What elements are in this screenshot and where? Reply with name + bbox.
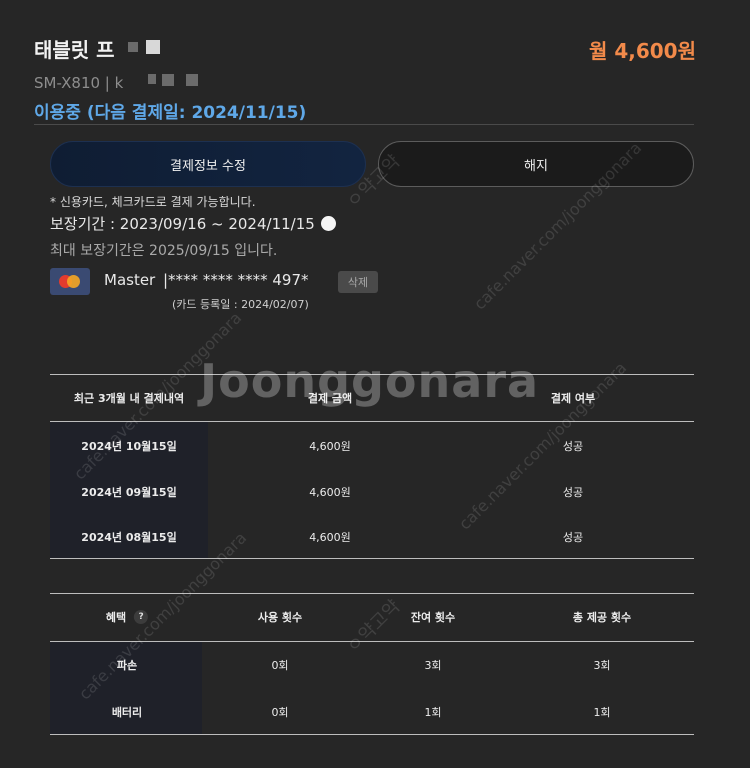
mastercard-icon	[50, 268, 90, 295]
history-amount: 4,600원	[309, 486, 351, 499]
history-date: 2024년 09월15일	[81, 486, 177, 499]
benefit-total: 3회	[593, 659, 611, 672]
benefit-header-remaining: 잔여 횟수	[410, 611, 456, 624]
benefit-remaining: 1회	[424, 706, 442, 719]
coverage-period-text: 보장기간 : 2023/09/16 ~ 2024/11/15	[50, 215, 315, 233]
device-model: SM-X810 | k	[34, 74, 124, 92]
benefit-remaining: 3회	[424, 659, 442, 672]
redaction-block	[146, 40, 160, 54]
benefit-total: 1회	[593, 706, 611, 719]
watermark-logo: Joonggonara	[200, 354, 540, 408]
benefit-name: 배터리	[111, 706, 143, 719]
header-divider	[34, 124, 694, 125]
product-title: 태블릿 프	[34, 38, 115, 62]
table-border	[50, 734, 694, 735]
card-registered-date: (카드 등록일 : 2024/02/07)	[172, 298, 309, 311]
subscription-status: 이용중 (다음 결제일: 2024/11/15)	[34, 103, 307, 123]
history-status: 성공	[562, 531, 584, 544]
redaction-block	[162, 74, 174, 86]
redaction-block	[148, 74, 156, 84]
delete-card-button[interactable]: 삭제	[338, 271, 378, 293]
info-dot-icon	[320, 216, 336, 231]
redaction-block	[128, 42, 138, 52]
history-status: 성공	[562, 440, 584, 453]
benefit-header-total: 총 제공 횟수	[572, 611, 632, 624]
table-border	[50, 593, 694, 594]
card-brand: Master	[104, 271, 156, 289]
monthly-price: 월 4,600원	[588, 39, 696, 63]
edit-payment-button[interactable]: 결제정보 수정	[50, 141, 366, 187]
redaction-block	[186, 74, 198, 86]
history-date: 2024년 08월15일	[81, 531, 177, 544]
benefit-used: 0회	[271, 706, 289, 719]
history-amount: 4,600원	[309, 531, 351, 544]
history-status: 성공	[562, 486, 584, 499]
watermark-stamp: ㅇ약고약	[342, 595, 405, 658]
benefit-used: 0회	[271, 659, 289, 672]
benefit-header-label: 혜택	[105, 611, 127, 624]
payment-note: * 신용카드, 체크카드로 결제 가능합니다.	[50, 195, 256, 209]
history-amount: 4,600원	[309, 440, 351, 453]
benefit-header-used: 사용 횟수	[257, 611, 303, 624]
card-number: |**** **** **** 497*	[163, 271, 309, 289]
table-border	[50, 558, 694, 559]
max-coverage-period: 최대 보장기간은 2025/09/15 입니다.	[50, 243, 278, 259]
coverage-period: 보장기간 : 2023/09/16 ~ 2024/11/15	[50, 213, 336, 234]
cancel-subscription-button[interactable]: 해지	[378, 141, 694, 187]
